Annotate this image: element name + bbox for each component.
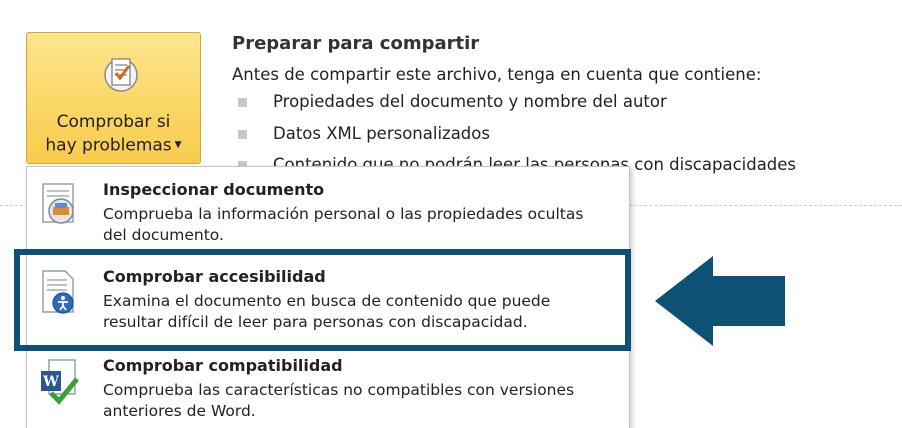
bullet-item: Datos XML personalizados — [273, 124, 490, 143]
menu-item-title: Inspeccionar documento — [103, 180, 325, 199]
highlight-frame — [14, 249, 631, 351]
bullet-icon — [238, 98, 247, 107]
dropdown-arrow-icon: ▼ — [174, 140, 182, 150]
bullet-icon — [238, 130, 247, 139]
menu-item-inspect-document[interactable]: Inspeccionar documento Comprueba la info… — [27, 171, 629, 251]
checklist-icon — [104, 58, 138, 92]
inspect-document-icon — [42, 183, 74, 224]
menu-item-description: Comprueba la información personal o las … — [103, 205, 584, 244]
word-compatibility-icon: W — [41, 359, 79, 405]
share-title: Preparar para compartir — [232, 33, 480, 54]
share-description: Antes de compartir este archivo, tenga e… — [232, 65, 762, 84]
menu-item-description: Comprueba las características no compati… — [103, 381, 575, 420]
menu-item-check-compatibility[interactable]: W Comprobar compatibilidad Comprueba las… — [27, 347, 629, 427]
check-issues-label: Comprobar si hay problemas ▼ — [45, 112, 182, 156]
check-issues-button[interactable]: Comprobar si hay problemas ▼ — [26, 32, 201, 164]
arrow-left-icon — [655, 256, 785, 346]
menu-item-title: Comprobar compatibilidad — [103, 356, 343, 375]
svg-text:W: W — [42, 374, 59, 390]
bullet-item: Propiedades del documento y nombre del a… — [273, 92, 667, 111]
